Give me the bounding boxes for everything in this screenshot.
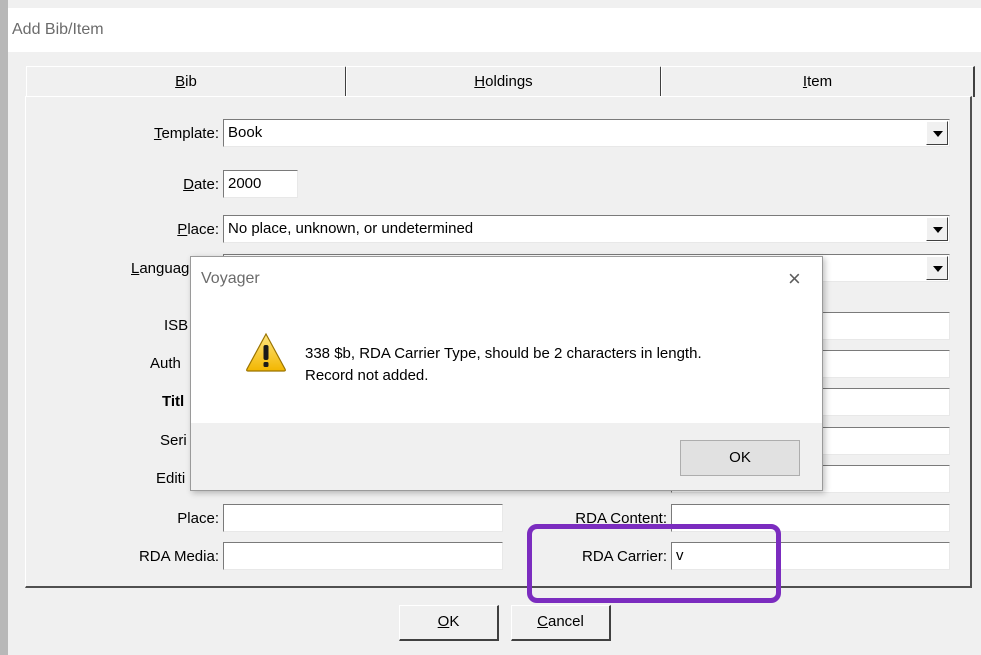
language-label-text: anguag	[139, 260, 190, 277]
tab-bib-label: ib	[185, 73, 197, 90]
dialog-ok-button[interactable]: OK	[680, 440, 800, 476]
dialog-message-line2: Record not added.	[305, 367, 429, 384]
series-label: Seri	[160, 432, 187, 449]
tab-holdings-label: oldings	[485, 73, 533, 90]
language-label: Languag	[131, 260, 189, 277]
template-value: Book	[228, 124, 263, 141]
ok-button-mnemonic: O	[437, 613, 450, 630]
dialog-title: Voyager	[201, 270, 260, 287]
date-input[interactable]: 2000	[223, 170, 298, 198]
place-value: No place, unknown, or undetermined	[228, 220, 474, 237]
template-label-text: emplate:	[161, 125, 219, 142]
ok-button[interactable]: OK	[399, 605, 499, 641]
place-label: Place:	[177, 221, 219, 238]
place-label-mnemonic: P	[177, 221, 188, 238]
template-dropdown-arrow-icon[interactable]	[926, 121, 948, 145]
tab-bib-mnemonic: B	[175, 73, 186, 90]
window-title-bar[interactable]: Add Bib/Item	[8, 8, 981, 52]
date-label: Date:	[183, 176, 219, 193]
rda-media-label: RDA Media:	[138, 548, 219, 565]
window-top-edge	[8, 0, 981, 8]
template-label: Template:	[154, 125, 219, 142]
place-dropdown[interactable]: No place, unknown, or undetermined	[223, 215, 950, 243]
title-label: Titl	[162, 393, 185, 410]
edition-label: Editi	[156, 470, 186, 487]
window-left-edge	[0, 0, 8, 655]
date-label-text: ate:	[193, 176, 219, 193]
place2-input[interactable]	[223, 504, 503, 532]
rda-media-input[interactable]	[223, 542, 503, 570]
date-value: 2000	[228, 175, 262, 192]
date-label-mnemonic: D	[183, 176, 194, 193]
tab-item[interactable]: Item	[661, 66, 975, 97]
place-label-text: lace:	[187, 221, 219, 238]
place-dropdown-arrow-icon[interactable]	[926, 217, 948, 241]
tab-item-label: tem	[807, 73, 833, 90]
dialog-message-line1: 338 $b, RDA Carrier Type, should be 2 ch…	[305, 345, 702, 362]
cancel-button-mnemonic: C	[537, 613, 548, 630]
cancel-button[interactable]: Cancel	[511, 605, 611, 641]
close-icon[interactable]: ×	[788, 266, 801, 292]
language-dropdown-arrow-icon[interactable]	[926, 256, 948, 280]
cancel-button-label: ancel	[547, 613, 584, 630]
template-dropdown[interactable]: Book	[223, 119, 950, 147]
author-label: Auth	[150, 355, 181, 372]
voyager-message-dialog: Voyager × 338 $b, RDA Carrier Type, shou…	[190, 256, 823, 491]
tab-holdings-mnemonic: H	[474, 73, 486, 90]
window-title: Add Bib/Item	[12, 21, 104, 38]
warning-icon	[246, 332, 286, 372]
isbn-label: ISB	[164, 317, 189, 334]
highlight-rectangle	[527, 524, 781, 603]
tab-holdings[interactable]: Holdings	[346, 66, 662, 97]
place2-label: Place:	[177, 510, 219, 527]
tab-bib[interactable]: Bib	[26, 66, 347, 97]
ok-button-label: K	[449, 613, 460, 630]
